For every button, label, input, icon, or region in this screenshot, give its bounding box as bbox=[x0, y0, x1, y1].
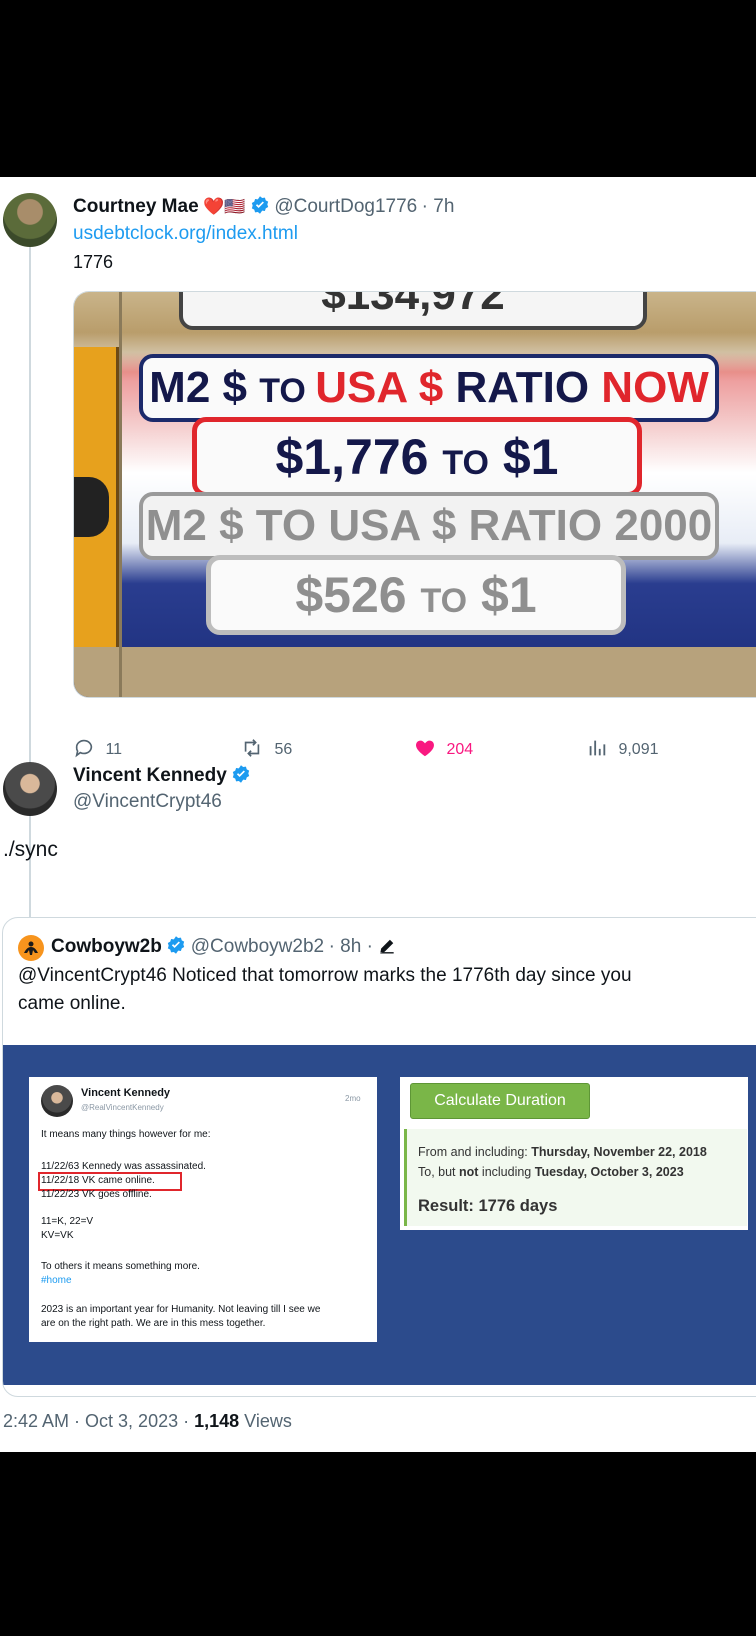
reply-button[interactable]: 11 bbox=[73, 737, 122, 759]
like-button[interactable]: 204 bbox=[414, 737, 473, 759]
quote-time: · 8h · bbox=[328, 936, 373, 957]
retweet-icon bbox=[244, 739, 260, 757]
author-handle[interactable]: @CourtDog1776 bbox=[274, 196, 417, 217]
reply-icon bbox=[75, 739, 93, 758]
embedded-line: To others it means something more. bbox=[41, 1261, 200, 1272]
embedded-handle: @RealVincentKennedy bbox=[81, 1103, 164, 1112]
tweet-image-debt-clock[interactable]: $134,972 M2 $ TO USA $ RATIO NOW $1,776 … bbox=[73, 291, 756, 698]
embedded-line: 11/22/23 VK goes offline. bbox=[41, 1189, 152, 1200]
heart-filled-icon bbox=[416, 740, 434, 757]
quote-text-line2: came online. bbox=[18, 993, 126, 1014]
verified-badge-icon bbox=[233, 765, 250, 783]
emoji-flair: ❤️🇺🇸 bbox=[203, 197, 246, 216]
analytics-bars-icon bbox=[589, 740, 606, 756]
author-name[interactable]: Vincent Kennedy bbox=[73, 765, 227, 786]
verified-badge-icon bbox=[251, 196, 269, 214]
embedded-line: It means many things however for me: bbox=[41, 1129, 211, 1140]
views-button[interactable]: 9,091 bbox=[586, 737, 659, 759]
sign-row-ratio-2000: M2 $ TO USA $ RATIO 2000 bbox=[139, 492, 719, 560]
avatar-cowboyw2b bbox=[18, 935, 44, 961]
quote-image-collage[interactable]: Vincent Kennedy @RealVincentKennedy 2mo … bbox=[3, 1045, 756, 1385]
tweet-footer-meta: 2:42 AM · Oct 3, 2023 · 1,148 Views bbox=[3, 1411, 292, 1432]
embedded-line: 11/22/63 Kennedy was assassinated. bbox=[41, 1161, 206, 1172]
views-label: Views bbox=[239, 1411, 292, 1431]
retweet-count: 56 bbox=[274, 741, 293, 758]
embedded-time: 2mo bbox=[345, 1094, 361, 1103]
quote-handle: @Cowboyw2b2 bbox=[190, 936, 325, 957]
embedded-line: 11=K, 22=V bbox=[41, 1216, 94, 1227]
sign-top-partial: $134,972 bbox=[179, 292, 647, 330]
tweet-text: 1776 bbox=[73, 252, 114, 272]
tweet-time[interactable]: · 7h bbox=[422, 196, 455, 217]
tweet-timestamp[interactable]: 2:42 AM · Oct 3, 2023 · bbox=[3, 1411, 194, 1431]
tweet2-header: Vincent Kennedy bbox=[73, 764, 251, 787]
avatar-courtney-mae[interactable] bbox=[3, 193, 57, 247]
verified-badge-icon bbox=[168, 936, 185, 954]
views-total: 1,148 bbox=[194, 1411, 240, 1431]
author-name[interactable]: Courtney Mae bbox=[73, 196, 199, 217]
sign-row-1776: $1,776 TO $1 bbox=[192, 417, 642, 497]
sign-row-526: $526 TO $1 bbox=[206, 555, 626, 635]
embedded-line: KV=VK bbox=[41, 1230, 74, 1241]
duration-calculator-card: Calculate Duration From and including: T… bbox=[400, 1077, 748, 1230]
quote-author-name: Cowboyw2b bbox=[51, 936, 162, 957]
views-count: 9,091 bbox=[618, 741, 659, 758]
quote-text-line1: @VincentCrypt46 Noticed that tomorrow ma… bbox=[18, 965, 632, 986]
avatar-vincent-kennedy[interactable] bbox=[3, 762, 57, 816]
quoted-tweet[interactable]: Cowboyw2b @Cowboyw2b2 · 8h · @VincentCry… bbox=[2, 917, 756, 1397]
tweet-link[interactable]: usdebtclock.org/index.html bbox=[73, 223, 298, 245]
tweet1-header: Courtney Mae ❤️🇺🇸 @CourtDog1776 · 7h bbox=[73, 195, 454, 218]
embedded-tweet-screenshot: Vincent Kennedy @RealVincentKennedy 2mo … bbox=[29, 1077, 377, 1342]
quote-header: Cowboyw2b @Cowboyw2b2 · 8h · bbox=[51, 935, 397, 958]
embedded-hashtag: #home bbox=[41, 1275, 72, 1286]
embedded-line: 2023 is an important year for Humanity. … bbox=[41, 1304, 321, 1315]
calc-result: Result: 1776 days bbox=[418, 1197, 558, 1215]
sign-row-ratio-now: M2 $ TO USA $ RATIO NOW bbox=[139, 354, 719, 422]
embedded-avatar bbox=[41, 1085, 73, 1117]
retweet-button[interactable]: 56 bbox=[240, 737, 292, 759]
tweet-text: ./sync bbox=[3, 838, 58, 861]
thread-container: Courtney Mae ❤️🇺🇸 @CourtDog1776 · 7h usd… bbox=[0, 177, 756, 1452]
calculate-duration-button: Calculate Duration bbox=[410, 1083, 590, 1119]
embedded-line: are on the right path. We are in this me… bbox=[41, 1318, 266, 1329]
cowboy-logo-icon bbox=[24, 941, 38, 955]
embedded-name: Vincent Kennedy bbox=[81, 1087, 171, 1099]
edited-pencil-icon bbox=[380, 939, 395, 954]
author-handle[interactable]: @VincentCrypt46 bbox=[73, 791, 222, 813]
calc-from-line: From and including: Thursday, November 2… bbox=[418, 1145, 707, 1159]
calc-to-line: To, but not including Tuesday, October 3… bbox=[418, 1165, 684, 1179]
reply-count: 11 bbox=[105, 741, 123, 758]
like-count: 204 bbox=[446, 741, 474, 758]
